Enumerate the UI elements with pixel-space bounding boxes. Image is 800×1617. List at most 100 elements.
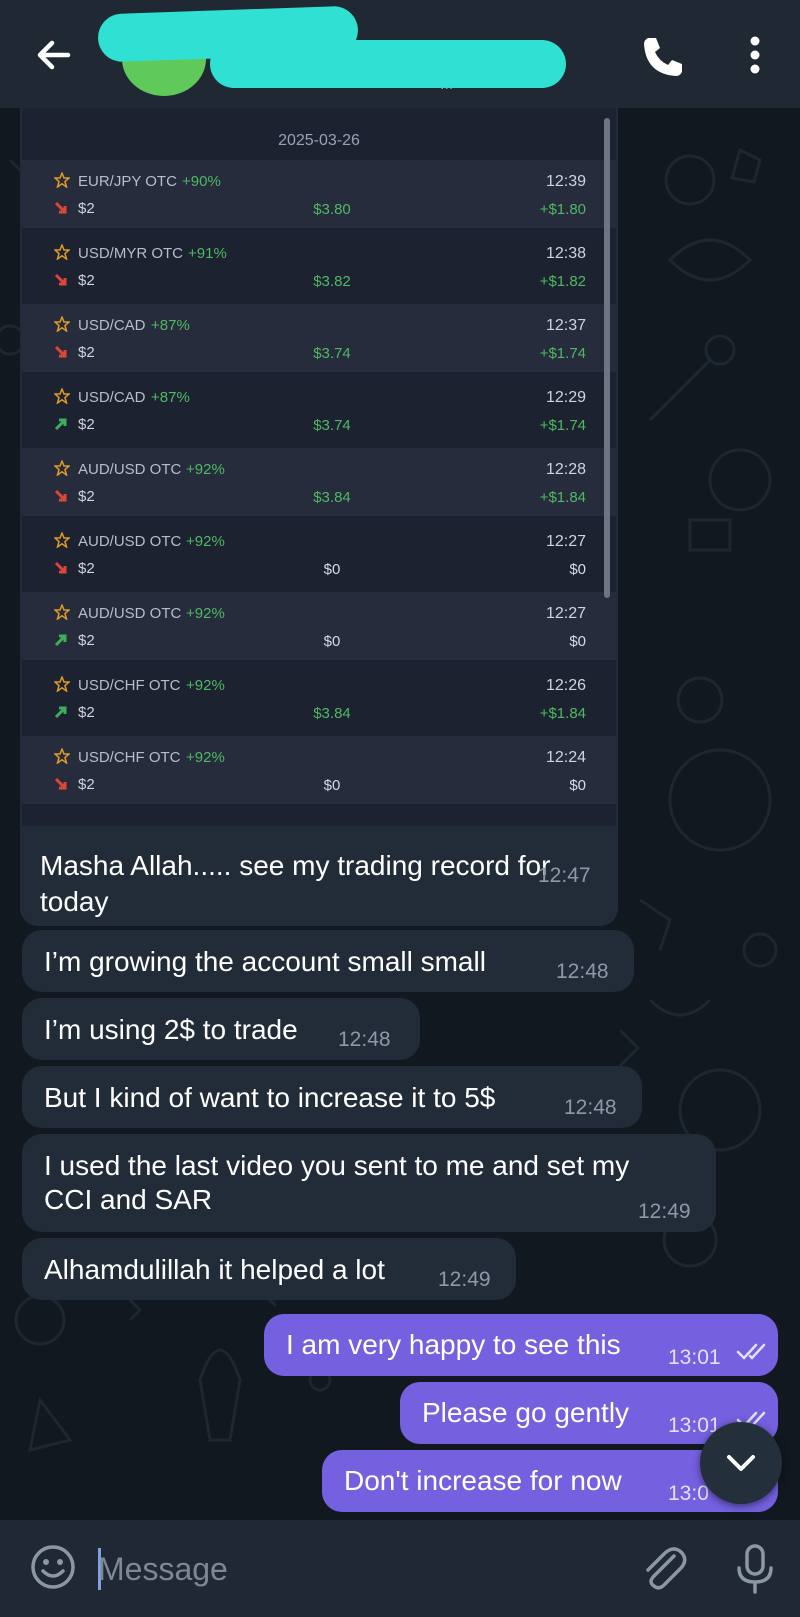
trade-pair: AUD/USD OTC	[78, 533, 182, 550]
trade-row: USD/CHF OTC +92% $2 $0 12:24 $0	[22, 736, 616, 804]
caption-line: today	[40, 886, 109, 917]
trade-time: 12:29	[545, 389, 586, 406]
trade-percent: +87%	[151, 389, 190, 406]
trade-payout: $3.74	[313, 345, 351, 362]
trade-amount: $2	[78, 200, 95, 217]
star-icon	[54, 532, 70, 548]
star-icon	[54, 316, 70, 332]
trade-profit: +$1.84	[539, 705, 586, 722]
arrow-up-icon	[54, 634, 67, 647]
trade-pair: USD/CHF OTC	[78, 677, 181, 694]
star-icon	[54, 748, 70, 764]
chevron-down-icon	[727, 1455, 755, 1471]
message-time: 12:47	[538, 864, 591, 887]
trade-payout: $3.82	[313, 273, 351, 290]
message-text: But I kind of want to increase it to 5$	[44, 1082, 496, 1113]
trade-amount: $2	[78, 344, 95, 361]
arrow-up-icon	[54, 418, 67, 431]
trade-row: AUD/USD OTC +92% $2 $0 12:27 $0	[22, 520, 616, 588]
trade-pair: USD/CAD	[78, 317, 146, 334]
trade-percent: +91%	[188, 245, 227, 262]
trade-amount: $2	[78, 560, 95, 577]
trade-time: 12:38	[545, 245, 586, 262]
trade-percent: +92%	[186, 605, 225, 622]
star-icon	[54, 388, 70, 404]
outgoing-message[interactable]: I am very happy to see this 13:01	[264, 1314, 778, 1376]
star-icon	[54, 676, 70, 692]
arrow-up-icon	[54, 706, 67, 719]
phone-icon[interactable]	[636, 30, 686, 80]
trade-percent: +90%	[182, 173, 221, 190]
message-time: 13:0	[668, 1482, 709, 1505]
trade-amount: $2	[78, 632, 95, 649]
message-text: Please go gently	[422, 1397, 630, 1428]
smiley-icon[interactable]	[28, 1542, 78, 1592]
message-text: I’m growing the account small small	[44, 946, 486, 977]
message-time: 12:48	[556, 960, 609, 983]
trade-time: 12:24	[545, 749, 586, 766]
trade-time: 12:27	[545, 533, 586, 550]
star-icon	[54, 244, 70, 260]
image-caption: Masha Allah..... see my trading record f…	[40, 848, 600, 920]
trade-profit: $0	[569, 561, 586, 578]
trade-percent: +92%	[186, 749, 225, 766]
message-time: 13:01	[668, 1346, 721, 1369]
incoming-message[interactable]: Alhamdulillah it helped a lot 12:49	[22, 1238, 516, 1300]
trade-payout: $0	[323, 633, 341, 650]
message-time: 12:49	[438, 1268, 491, 1291]
incoming-message[interactable]: I used the last video you sent to me and…	[22, 1134, 716, 1232]
trade-pair: AUD/USD OTC	[78, 461, 182, 478]
message-text-line: CCI and SAR	[44, 1184, 213, 1215]
message-time: 12:48	[564, 1096, 617, 1119]
arrow-down-icon	[54, 489, 67, 502]
trade-percent: +92%	[186, 533, 225, 550]
trade-percent: +92%	[186, 677, 225, 694]
trade-amount: $2	[78, 488, 95, 505]
chat-header: ...	[0, 0, 800, 108]
arrow-down-icon	[54, 273, 67, 286]
trade-row: USD/MYR OTC +91% $2 $3.82 12:38 +$1.82	[22, 232, 616, 300]
trade-profit: +$1.84	[539, 489, 586, 506]
star-icon	[54, 172, 70, 188]
trade-row: AUD/USD OTC +92% $2 $0 12:27 $0	[22, 592, 616, 660]
more-vertical-icon[interactable]	[730, 30, 780, 80]
paperclip-icon[interactable]	[636, 1540, 692, 1596]
arrow-down-icon	[54, 561, 67, 574]
arrow-down-icon	[54, 777, 67, 790]
star-icon	[54, 460, 70, 476]
back-arrow-icon[interactable]	[30, 30, 80, 80]
message-text: I’m using 2$ to trade	[44, 1014, 298, 1045]
arrow-down-icon	[54, 201, 67, 214]
incoming-message[interactable]: But I kind of want to increase it to 5$ …	[22, 1066, 642, 1128]
trade-time: 12:27	[545, 605, 586, 622]
contact-status: ...	[440, 76, 454, 93]
microphone-icon[interactable]	[730, 1540, 780, 1596]
trade-profit: $0	[569, 633, 586, 650]
message-text: Don't increase for now	[344, 1465, 622, 1496]
trade-profit: +$1.80	[539, 201, 586, 218]
trading-history-screenshot[interactable]: 2025-03-26 EUR/JPY OTC +90% $2 $3.80 12:39 +$…	[22, 108, 616, 826]
message-text: I am very happy to see this	[286, 1329, 621, 1360]
trade-amount: $2	[78, 416, 95, 433]
trade-payout: $3.80	[313, 201, 351, 218]
message-text-line: I used the last video you sent to me and…	[44, 1150, 630, 1181]
message-text: Alhamdulillah it helped a lot	[44, 1254, 385, 1285]
message-input[interactable]	[98, 1544, 618, 1594]
scroll-to-bottom-button[interactable]	[700, 1422, 782, 1504]
image-message-bubble[interactable]: 2025-03-26 EUR/JPY OTC +90% $2 $3.80 12:39 +$…	[20, 108, 618, 926]
trade-pair: EUR/JPY OTC	[78, 173, 177, 190]
trade-row: USD/CHF OTC +92% $2 $3.84 12:26 +$1.84	[22, 664, 616, 732]
trade-row: USD/CAD +87% $2 $3.74 12:29 +$1.74	[22, 376, 616, 444]
trade-percent: +87%	[151, 317, 190, 334]
trade-row: EUR/JPY OTC +90% $2 $3.80 12:39 +$1.80	[22, 160, 616, 228]
message-time: 12:48	[338, 1028, 391, 1051]
trade-row: AUD/USD OTC +92% $2 $3.84 12:28 +$1.84	[22, 448, 616, 516]
message-time: 12:49	[638, 1200, 691, 1223]
double-check-icon	[736, 1343, 766, 1360]
trade-amount: $2	[78, 776, 95, 793]
trade-profit: +$1.74	[539, 345, 586, 362]
incoming-message[interactable]: I’m using 2$ to trade 12:48	[22, 998, 420, 1060]
redaction-mark	[210, 40, 566, 88]
trade-payout: $0	[323, 777, 341, 794]
incoming-message[interactable]: I’m growing the account small small 12:4…	[22, 930, 634, 992]
